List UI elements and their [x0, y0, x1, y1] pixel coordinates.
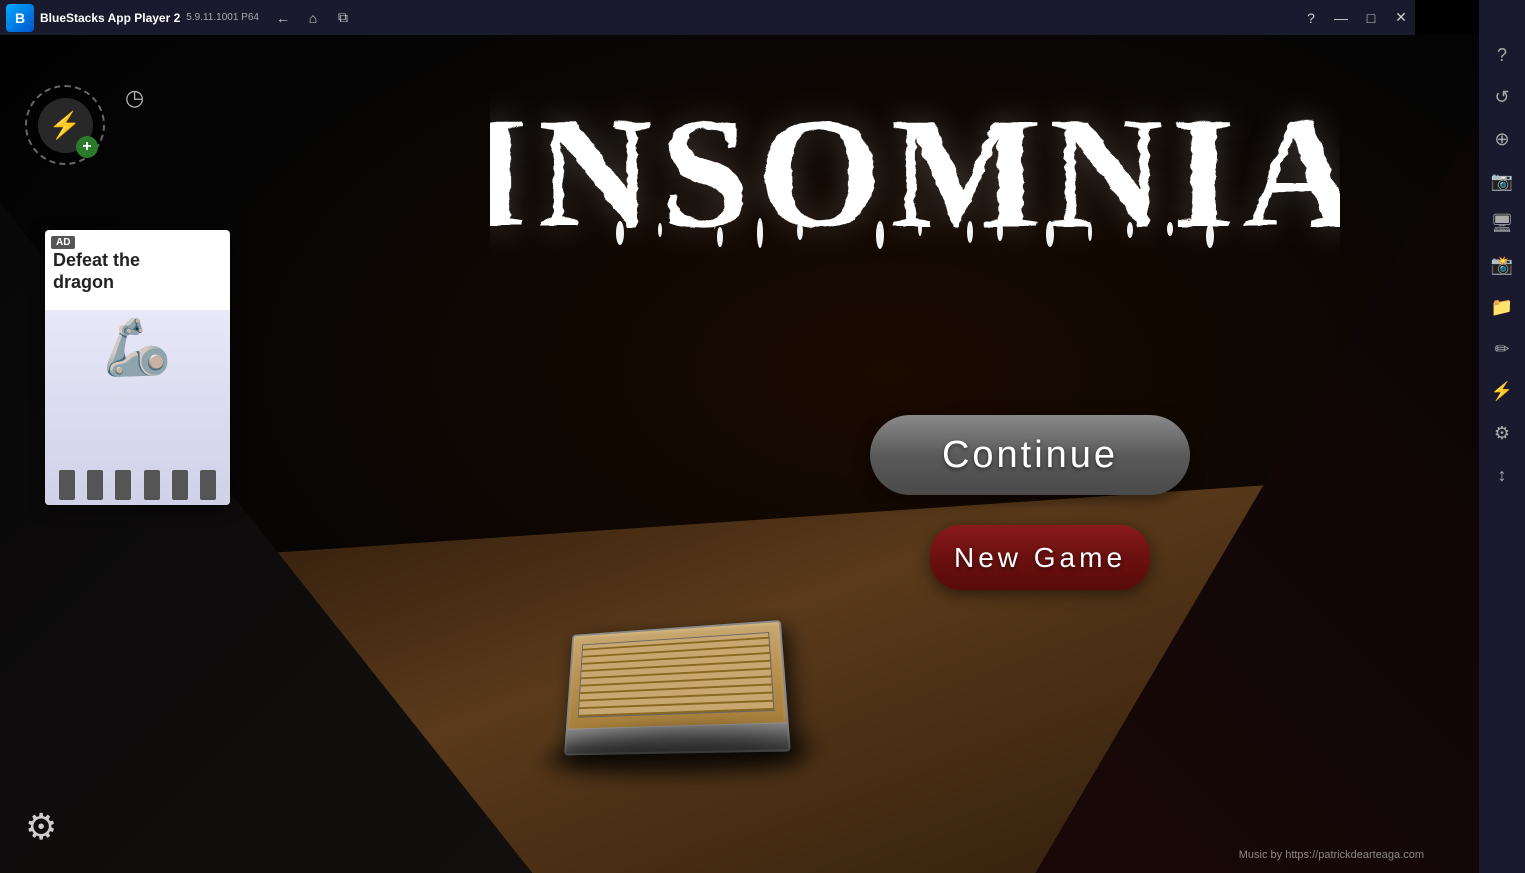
- dragon-claw-icon: 🦾: [103, 315, 171, 380]
- home-button[interactable]: ⌂: [299, 4, 327, 32]
- settings-gear-icon[interactable]: ⚙: [25, 806, 57, 848]
- new-game-button[interactable]: New Game: [930, 525, 1150, 590]
- figures-row: [45, 470, 230, 500]
- floating-power-icon[interactable]: ⚡ +: [25, 85, 105, 165]
- sidebar-icon-10[interactable]: ⚙: [1482, 413, 1522, 453]
- app-title: BlueStacks App Player 2: [40, 11, 180, 25]
- titlebar: B BlueStacks App Player 2 5.9.11.1001 P6…: [0, 0, 1415, 35]
- sidebar-icon-5[interactable]: 🖥: [1482, 203, 1522, 243]
- music-credit: Music by https://patrickdearteaga.com: [1239, 849, 1424, 861]
- sidebar-icon-2[interactable]: ↺: [1482, 77, 1522, 117]
- window-controls: ? — □ ✕: [1297, 4, 1415, 32]
- minimize-button[interactable]: —: [1327, 4, 1355, 32]
- right-sidebar: ? ↺ ⊕ 📷 🖥 📸 📁 ✏ ⚡ ⚙ ↕: [1479, 0, 1525, 873]
- continue-button[interactable]: Continue: [870, 415, 1190, 495]
- close-button[interactable]: ✕: [1387, 4, 1415, 32]
- nav-buttons: ← ⌂ ⧉: [269, 4, 357, 32]
- sidebar-icon-7[interactable]: 📁: [1482, 287, 1522, 327]
- add-badge: +: [76, 136, 98, 158]
- radio-object: [564, 620, 791, 755]
- figure-5: [172, 470, 188, 500]
- timer-icon: ◷: [125, 85, 144, 111]
- ad-image: 🦾: [45, 310, 230, 505]
- multi-button[interactable]: ⧉: [329, 4, 357, 32]
- app-version: 5.9.11.1001 P64: [186, 12, 259, 23]
- sidebar-icon-3[interactable]: ⊕: [1482, 119, 1522, 159]
- figure-4: [144, 470, 160, 500]
- new-game-label: New Game: [954, 542, 1126, 574]
- game-area: INSOMNIA Continue New Game AD Defeat the: [0, 35, 1479, 873]
- figure-3: [115, 470, 131, 500]
- sidebar-icon-11[interactable]: ↕: [1482, 455, 1522, 495]
- ad-badge: AD: [51, 236, 75, 249]
- ad-title: Defeat thedragon: [53, 250, 222, 293]
- help-button[interactable]: ?: [1297, 4, 1325, 32]
- sidebar-icon-8[interactable]: ✏: [1482, 329, 1522, 369]
- sidebar-icon-9[interactable]: ⚡: [1482, 371, 1522, 411]
- sidebar-icon-4[interactable]: 📷: [1482, 161, 1522, 201]
- ad-panel[interactable]: AD Defeat thedragon 🦾: [45, 230, 230, 505]
- continue-label: Continue: [942, 434, 1118, 477]
- figure-6: [200, 470, 216, 500]
- figure-1: [59, 470, 75, 500]
- radio-grille: [578, 632, 775, 718]
- app-logo: B: [6, 4, 34, 32]
- maximize-button[interactable]: □: [1357, 4, 1385, 32]
- game-title-svg: INSOMNIA: [490, 55, 1340, 255]
- sidebar-icon-1[interactable]: ?: [1482, 35, 1522, 75]
- figure-2: [87, 470, 103, 500]
- back-button[interactable]: ←: [269, 4, 297, 32]
- sidebar-icon-6[interactable]: 📸: [1482, 245, 1522, 285]
